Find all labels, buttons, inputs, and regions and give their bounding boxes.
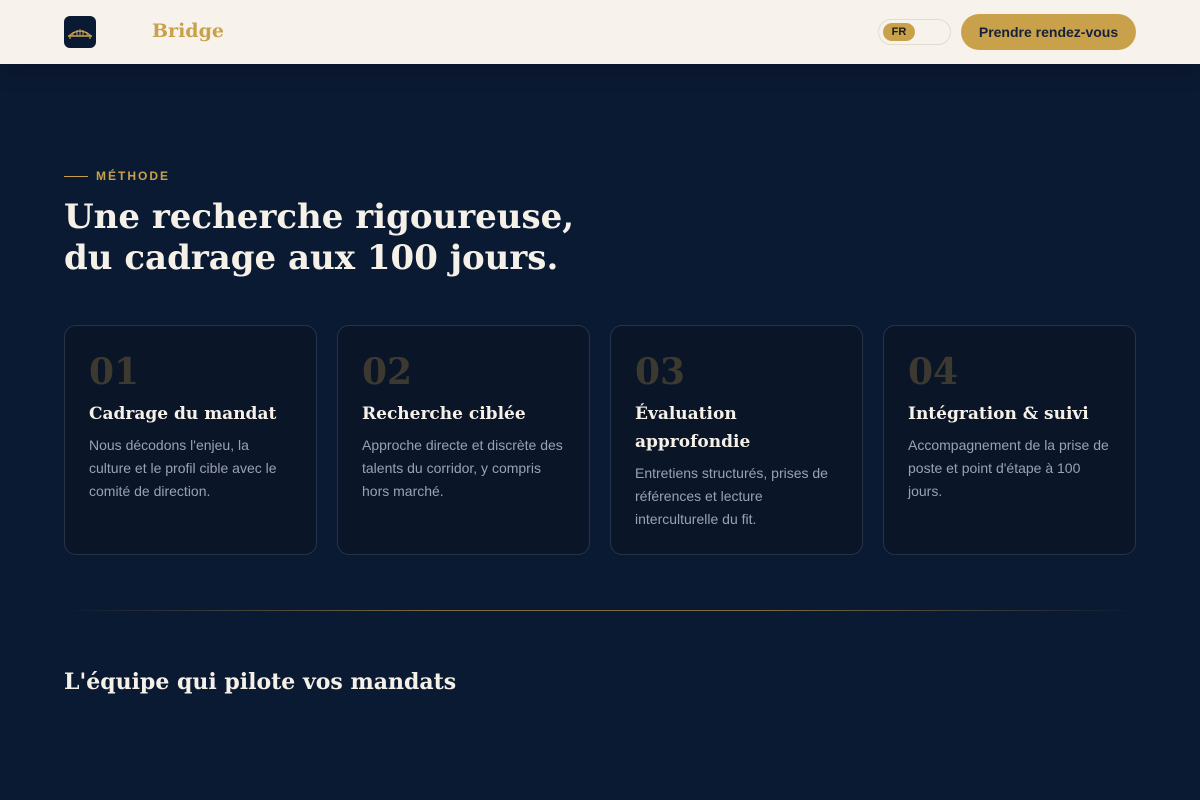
- section-eyebrow: MÉTHODE: [64, 169, 170, 183]
- step-title: Évaluation approfondie: [635, 404, 751, 452]
- bridge-icon: [68, 29, 92, 39]
- step-number: 02: [362, 351, 413, 393]
- language-toggle[interactable]: FR: [878, 19, 951, 45]
- step-number: 04: [908, 351, 959, 393]
- step-card-3: 03 Évaluation approfondie Entretiens str…: [610, 325, 863, 555]
- step-card-4: 04 Intégration & suivi Accompagnement de…: [883, 325, 1136, 555]
- step-title: Cadrage du mandat: [89, 404, 277, 424]
- section-title-line1: Une recherche rigoureuse,: [64, 197, 575, 237]
- eyebrow-line: [64, 175, 88, 177]
- step-card-2: 02 Recherche ciblée Approche directe et …: [337, 325, 590, 555]
- site-header: Bridge FR Prendre rendez-vous: [0, 0, 1200, 64]
- step-description: Accompagnement de la prise de poste et p…: [908, 437, 1109, 499]
- section-divider: [64, 610, 1136, 611]
- section-title: Une recherche rigoureuse, du cadrage aux…: [64, 197, 704, 279]
- step-title: Recherche ciblée: [362, 404, 526, 424]
- logo[interactable]: [64, 16, 96, 48]
- eyebrow-label: MÉTHODE: [96, 169, 170, 183]
- language-active[interactable]: FR: [883, 23, 915, 41]
- step-description: Entretiens structurés, prises de référen…: [635, 465, 828, 527]
- section-title-line2: du cadrage aux 100 jours.: [64, 238, 559, 278]
- team-section-title: L'équipe qui pilote vos mandats: [64, 669, 457, 695]
- step-description: Nous décodons l'enjeu, la culture et le …: [89, 437, 277, 499]
- step-card-1: 01 Cadrage du mandat Nous décodons l'enj…: [64, 325, 317, 555]
- book-appointment-button[interactable]: Prendre rendez-vous: [961, 14, 1136, 50]
- step-number: 01: [89, 351, 140, 393]
- step-number: 03: [635, 351, 686, 393]
- step-description: Approche directe et discrète des talents…: [362, 437, 563, 499]
- brand-name[interactable]: Bridge: [152, 20, 224, 42]
- step-title: Intégration & suivi: [908, 404, 1089, 424]
